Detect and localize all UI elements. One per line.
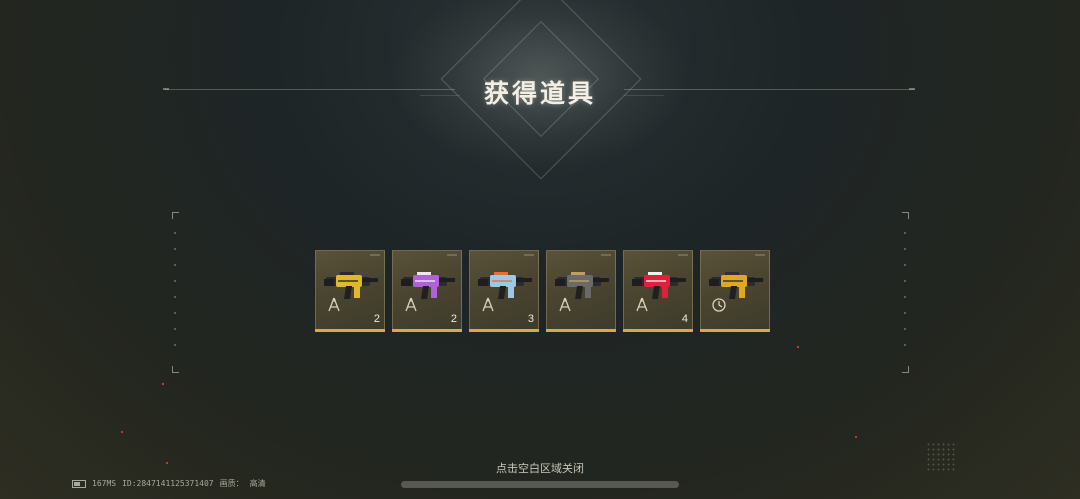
quality-label: 画质： [219,479,244,488]
clock-badge-icon [712,298,726,312]
compass-badge-icon [405,297,417,312]
status-bar: 167MS ID:2847141125371407 画质： 高清 [72,478,266,489]
compass-badge-icon [559,297,571,312]
rarity-bar [700,329,770,332]
item-count: 4 [681,313,688,325]
ember-particle [166,462,168,464]
rarity-bar [546,329,616,332]
rarity-bar [469,329,539,332]
rarity-bar [623,329,693,332]
reward-item-slot[interactable]: 4 [623,250,693,332]
slot-corner-mark [370,254,380,256]
player-id-text: ID:2847141125371407 [122,479,214,488]
item-count: 2 [373,313,380,325]
page-title: 获得道具 [483,79,596,108]
ember-particle [797,346,799,348]
reward-item-slot[interactable]: 3 [469,250,539,332]
ember-particle [855,436,857,438]
reward-item-list: 2 2 3 4 [315,250,770,332]
ember-particle [121,431,123,433]
decor-dot-grid [926,442,956,472]
slot-corner-mark [447,254,457,256]
reward-item-slot[interactable] [546,250,616,332]
reward-item-slot[interactable]: 2 [315,250,385,332]
reward-item-slot[interactable]: 2 [392,250,462,332]
item-count: 3 [527,313,534,325]
frame-dots-right [904,232,906,360]
compass-badge-icon [636,297,648,312]
item-count: 2 [450,313,457,325]
ping-text: 167MS [92,479,117,488]
frame-corner-tr [902,212,909,219]
rarity-bar [315,329,385,332]
compass-badge-icon [328,297,340,312]
frame-corner-bl [172,366,179,373]
frame-dots-left [174,232,176,360]
bottom-scrollbar[interactable] [401,481,679,488]
frame-corner-tl [172,212,179,219]
compass-badge-icon [482,297,494,312]
quality-value: 高清 [249,479,266,488]
rarity-bar [392,329,462,332]
close-hint[interactable]: 点击空白区域关闭 [0,460,1080,476]
slot-corner-mark [678,254,688,256]
reward-item-slot[interactable] [700,250,770,332]
frame-corner-br [902,366,909,373]
slot-corner-mark [601,254,611,256]
ember-particle [162,383,164,385]
slot-corner-mark [755,254,765,256]
slot-corner-mark [524,254,534,256]
battery-icon [72,479,86,488]
